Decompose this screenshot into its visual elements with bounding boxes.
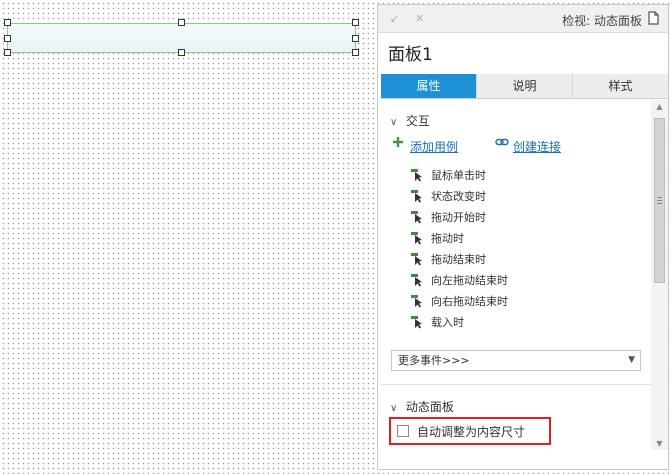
event-label: 载入时: [431, 316, 464, 329]
scroll-grip: [657, 197, 662, 198]
event-cursor-icon: [411, 253, 422, 266]
panel-titlebar: ↙ ✕ 检视: 动态面板: [378, 5, 668, 33]
event-cursor-icon: [411, 190, 422, 203]
resize-handle-bottom-left[interactable]: [4, 49, 11, 56]
resize-handle-top-left[interactable]: [4, 19, 11, 26]
properties-content: ∨ 交互 添加用例 创建连接 鼠标单击时 状态改变时 拖动开始时 拖动时 拖动结…: [381, 100, 651, 470]
link-icon[interactable]: [495, 136, 509, 151]
tab-notes[interactable]: 说明: [476, 74, 572, 98]
event-cursor-icon: [411, 316, 422, 329]
create-link-link[interactable]: 创建连接: [513, 138, 561, 155]
event-label: 拖动结束时: [431, 253, 486, 266]
auto-fit-label[interactable]: 自动调整为内容尺寸: [417, 423, 525, 440]
event-item[interactable]: 拖动结束时: [411, 249, 508, 270]
event-label: 拖动时: [431, 232, 464, 245]
chevron-down-icon: ▼: [628, 355, 635, 365]
event-cursor-icon: [411, 232, 422, 245]
resize-handle-top-center[interactable]: [178, 19, 185, 26]
inspector-panel: ↙ ✕ 检视: 动态面板 面板1 属性 说明 样式 ∨ 交互 添加用例 创建连接…: [377, 4, 669, 470]
resize-handle-top-right[interactable]: [352, 19, 359, 26]
scroll-grip: [657, 203, 662, 204]
event-label: 拖动开始时: [431, 211, 486, 224]
event-label: 向右拖动结束时: [431, 295, 508, 308]
resize-handle-middle-left[interactable]: [4, 35, 11, 42]
dynamic-panel-section-title: 动态面板: [405, 400, 454, 414]
widget-name-field[interactable]: 面板1: [388, 42, 658, 68]
plus-icon[interactable]: [392, 136, 404, 151]
chevron-down-icon: ∨: [390, 117, 398, 128]
dynamic-panel-section-header[interactable]: ∨ 动态面板: [390, 398, 454, 415]
more-events-label: 更多事件>>>: [398, 354, 470, 367]
add-case-link[interactable]: 添加用例: [410, 138, 458, 155]
interactions-section-title: 交互: [405, 114, 430, 128]
panel-title: 检视: 动态面板: [562, 14, 642, 28]
scroll-down-arrow-icon[interactable]: ▼: [651, 439, 668, 448]
event-cursor-icon: [411, 274, 422, 287]
more-events-dropdown[interactable]: 更多事件>>> ▼: [391, 350, 641, 371]
event-list: 鼠标单击时 状态改变时 拖动开始时 拖动时 拖动结束时 向左拖动结束时 向右拖动…: [411, 165, 508, 333]
scrollbar-thumb[interactable]: [654, 118, 665, 283]
section-divider: [381, 384, 651, 385]
event-item[interactable]: 状态改变时: [411, 186, 508, 207]
auto-fit-option: 自动调整为内容尺寸: [389, 417, 551, 445]
event-label: 鼠标单击时: [431, 169, 486, 182]
event-label: 向左拖动结束时: [431, 274, 508, 287]
event-cursor-icon: [411, 295, 422, 308]
event-cursor-icon: [411, 169, 422, 182]
event-item[interactable]: 载入时: [411, 312, 508, 333]
resize-handle-bottom-right[interactable]: [352, 49, 359, 56]
scroll-grip: [657, 200, 662, 201]
tab-properties[interactable]: 属性: [381, 74, 476, 98]
event-item[interactable]: 鼠标单击时: [411, 165, 508, 186]
chevron-down-icon: ∨: [390, 403, 398, 414]
event-item[interactable]: 拖动开始时: [411, 207, 508, 228]
event-label: 状态改变时: [431, 190, 486, 203]
auto-fit-checkbox[interactable]: [397, 425, 409, 437]
inspector-tabs: 属性 说明 样式: [381, 74, 668, 99]
interactions-section-header[interactable]: ∨ 交互: [390, 112, 430, 129]
tab-style[interactable]: 样式: [572, 74, 668, 98]
event-item[interactable]: 向右拖动结束时: [411, 291, 508, 312]
resize-handle-bottom-center[interactable]: [178, 49, 185, 56]
event-item[interactable]: 向左拖动结束时: [411, 270, 508, 291]
event-cursor-icon: [411, 211, 422, 224]
document-icon[interactable]: [648, 11, 659, 28]
resize-handle-middle-right[interactable]: [352, 35, 359, 42]
event-item[interactable]: 拖动时: [411, 228, 508, 249]
scroll-up-arrow-icon[interactable]: ▲: [651, 102, 668, 111]
properties-scrollbar[interactable]: ▲ ▼: [651, 100, 668, 450]
